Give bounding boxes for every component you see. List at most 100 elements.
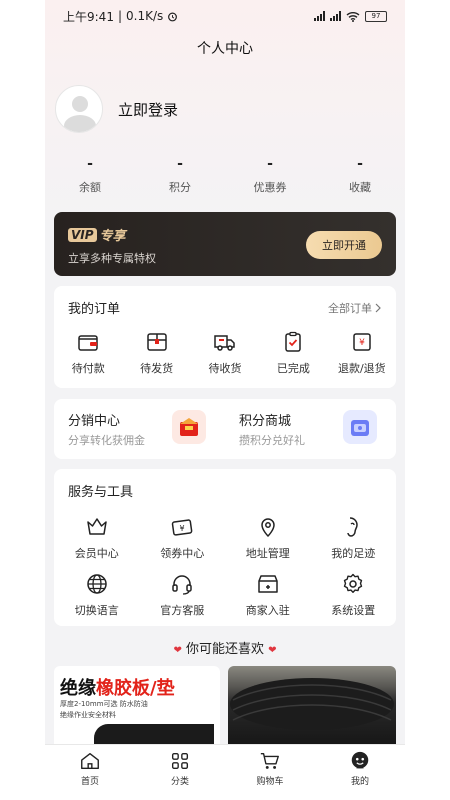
stat-coupons[interactable]: - 优惠券 — [225, 156, 315, 195]
promo-title: 积分商城 — [239, 414, 292, 429]
avatar[interactable] — [55, 85, 103, 133]
product-card[interactable]: 绝缘橡胶板/垫 厚度2-10mm可选 防水防油 绝缘作业安全材料 — [54, 666, 220, 746]
battery-icon: 97 — [365, 10, 387, 22]
points-mall[interactable]: 积分商城 攒积分兑好礼 — [225, 399, 396, 459]
vip-activate-button[interactable]: 立即开通 — [306, 231, 382, 259]
heart-icon: ❤ — [173, 645, 182, 656]
status-time: 上午9:41 — [63, 9, 114, 24]
footprint-icon — [347, 517, 359, 537]
vip-subtitle: 立享多种专属特权 — [68, 252, 156, 265]
crown-icon — [87, 518, 107, 535]
order-pending-payment[interactable]: 待付款 — [54, 330, 122, 376]
service-label: 领券中心 — [160, 547, 205, 560]
tab-label: 首页 — [80, 777, 99, 787]
service-language[interactable]: 切换语言 — [54, 572, 140, 618]
service-label: 我的足迹 — [331, 547, 376, 560]
service-member-center[interactable]: 会员中心 — [54, 515, 140, 561]
vip-logo: VIP — [68, 227, 97, 242]
cart-icon — [260, 752, 279, 769]
headset-icon — [172, 575, 192, 595]
status-bar: 上午9:41 | 0.1K/s 97 — [45, 0, 405, 32]
service-coupon-center[interactable]: ¥ 领券中心 — [140, 515, 226, 561]
stat-points[interactable]: - 积分 — [135, 156, 225, 195]
order-label: 已完成 — [276, 362, 310, 375]
globe-icon — [87, 574, 107, 594]
stat-label: 优惠券 — [253, 181, 287, 194]
truck-icon — [214, 335, 235, 351]
product-subtitle-line: 绝缘作业安全材料 — [60, 711, 116, 719]
bottom-tab-bar: 首页 分类 购物车 我的 — [45, 744, 405, 800]
product-card[interactable] — [228, 666, 396, 746]
gear-icon — [344, 573, 363, 593]
distribution-icon — [172, 410, 206, 444]
account-stats: - 余额 - 积分 - 优惠券 - 收藏 — [45, 156, 405, 195]
stat-label: 余额 — [79, 181, 101, 194]
tab-label: 分类 — [170, 777, 189, 787]
clipboard-check-icon — [285, 331, 302, 352]
wallet-icon — [78, 335, 98, 351]
product-image — [230, 678, 394, 730]
promo-card: 分销中心 分享转化获佣金 积分商城 攒积分兑好礼 — [54, 399, 396, 459]
app-screen: 上午9:41 | 0.1K/s 97 个人中心 立即登录 - 余额 - 积分 -… — [45, 0, 405, 800]
tab-profile[interactable]: 我的 — [315, 745, 405, 800]
service-label: 商家入驻 — [245, 604, 290, 617]
services-card: 服务与工具 会员中心 ¥ 领券中心 地址管理 我的足迹 切换语言 官方客服 商家… — [54, 469, 396, 626]
wifi-icon — [346, 11, 360, 22]
vip-banner[interactable]: VIP 专享 立享多种专属特权 立即开通 — [54, 212, 396, 276]
service-address[interactable]: 地址管理 — [225, 515, 311, 561]
promo-subtitle: 分享转化获佣金 — [68, 434, 145, 447]
stat-label: 收藏 — [349, 181, 371, 194]
tab-category[interactable]: 分类 — [135, 745, 225, 800]
profile-login[interactable]: 立即登录 — [55, 85, 178, 133]
recommend-title: 你可能还喜欢 — [185, 642, 264, 657]
tab-home[interactable]: 首页 — [45, 745, 135, 800]
location-icon — [260, 518, 275, 538]
order-refund[interactable]: ¥ 退款/退货 — [328, 330, 396, 376]
svg-text:¥: ¥ — [180, 524, 185, 533]
product-image — [94, 724, 214, 746]
package-icon — [146, 333, 167, 351]
service-label: 地址管理 — [245, 547, 290, 560]
login-link[interactable]: 立即登录 — [118, 99, 178, 120]
tab-label: 我的 — [350, 777, 369, 787]
service-merchant-join[interactable]: 商家入驻 — [225, 572, 311, 618]
tab-label: 购物车 — [256, 777, 284, 787]
order-label: 退款/退货 — [337, 362, 386, 375]
page-title: 个人中心 — [197, 41, 253, 57]
alarm-icon — [168, 12, 178, 21]
product-title-red: 橡胶板/垫 — [96, 678, 175, 699]
stat-balance[interactable]: - 余额 — [45, 156, 135, 195]
stat-favorites[interactable]: - 收藏 — [315, 156, 405, 195]
order-label: 待收货 — [208, 362, 242, 375]
signal-icon-2 — [330, 11, 341, 21]
category-icon — [171, 752, 189, 770]
distribution-center[interactable]: 分销中心 分享转化获佣金 — [54, 399, 225, 459]
tab-cart[interactable]: 购物车 — [225, 745, 315, 800]
service-settings[interactable]: 系统设置 — [311, 572, 397, 618]
order-pending-shipment[interactable]: 待发货 — [122, 330, 190, 376]
order-pending-receipt[interactable]: 待收货 — [191, 330, 259, 376]
home-icon — [81, 752, 99, 770]
order-completed[interactable]: 已完成 — [259, 330, 327, 376]
promo-subtitle: 攒积分兑好礼 — [239, 434, 305, 447]
signal-icon — [314, 11, 325, 21]
service-customer-support[interactable]: 官方客服 — [140, 572, 226, 618]
coupon-icon: ¥ — [172, 519, 193, 536]
svg-text:¥: ¥ — [359, 338, 365, 348]
chevron-right-icon — [375, 303, 381, 313]
vip-badge: VIP 专享 — [68, 225, 126, 244]
order-label: 待付款 — [71, 362, 105, 375]
stat-value: - — [267, 156, 273, 172]
product-subtitle-line: 厚度2-10mm可选 防水防油 — [60, 700, 148, 708]
service-label: 切换语言 — [74, 604, 119, 617]
service-footprint[interactable]: 我的足迹 — [311, 515, 397, 561]
product-title: 绝缘橡胶板/垫 — [60, 674, 175, 700]
stat-value: - — [87, 156, 93, 172]
all-orders-link[interactable]: 全部订单 — [328, 300, 382, 316]
all-orders-label: 全部订单 — [328, 302, 372, 315]
service-label: 会员中心 — [74, 547, 119, 560]
service-label: 系统设置 — [331, 604, 376, 617]
promo-title: 分销中心 — [68, 414, 121, 429]
stat-value: - — [177, 156, 183, 172]
recommend-header: ❤ 你可能还喜欢 ❤ — [45, 638, 405, 657]
